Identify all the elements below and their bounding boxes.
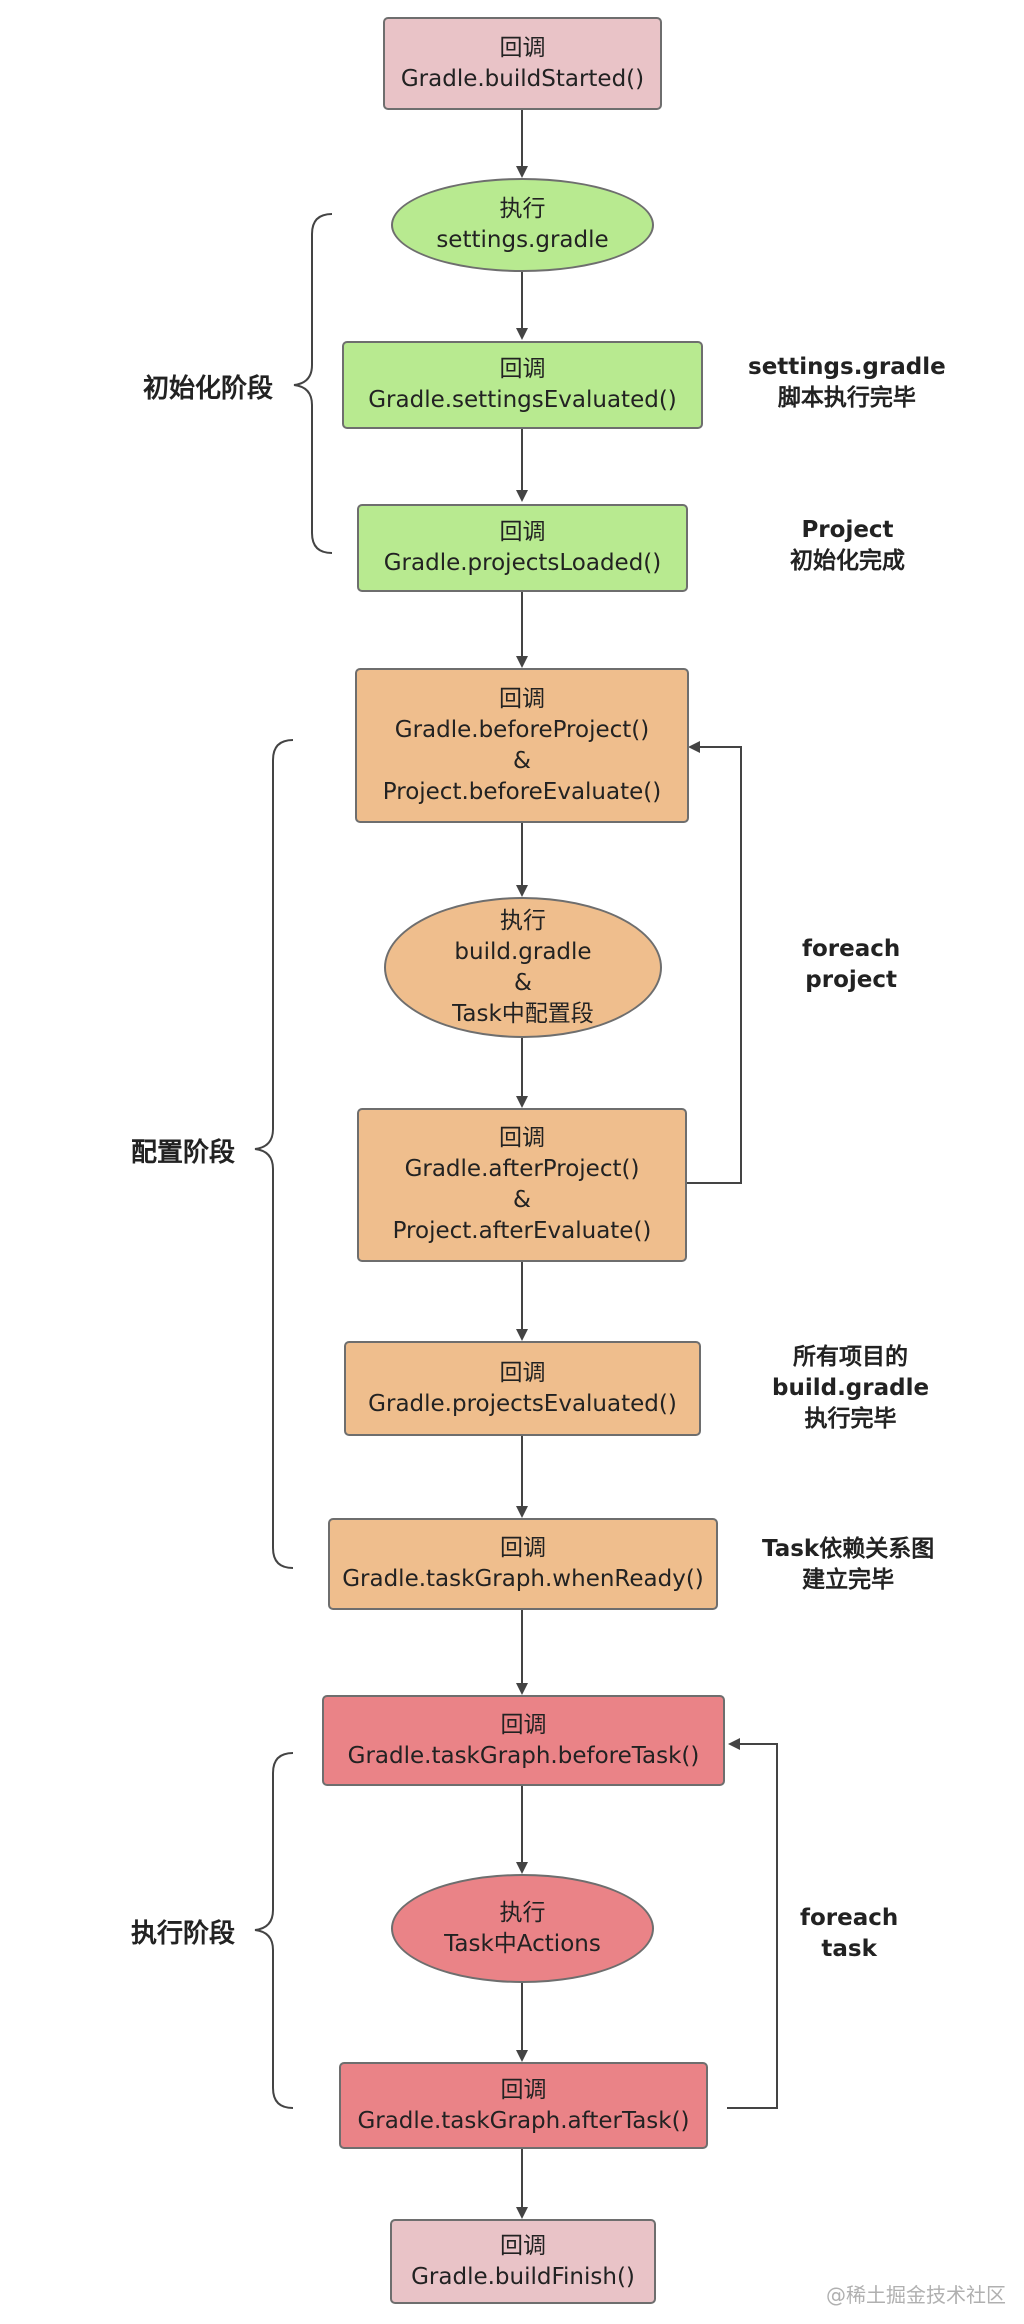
phase-label-exec: 执行阶段 (131, 1919, 236, 1949)
note-line: 执行完毕 (804, 1406, 897, 1432)
node-line: Gradle.taskGraph.whenReady() (342, 1566, 704, 1592)
watermark: @稀土掘金技术社区 (826, 2283, 1006, 2307)
after-project-node: 回调 Gradle.afterProject() & Project.after… (357, 1108, 687, 1262)
node-line: build.gradle (454, 938, 592, 965)
build-finish-node: 回调 Gradle.buildFinish() (390, 2219, 656, 2304)
note-line: Task依赖关系图 (762, 1536, 935, 1562)
note-line: task (821, 1936, 877, 1962)
node-line: 回调 (500, 2232, 546, 2259)
note-project-init: Project 初始化完成 (790, 515, 905, 577)
before-project-node: 回调 Gradle.beforeProject() & Project.befo… (355, 668, 689, 823)
brace-config (254, 739, 294, 1569)
brace-exec (254, 1752, 294, 2109)
note-line: project (805, 967, 897, 993)
note-line: 所有项目的 (793, 1344, 909, 1370)
node-line: 执行 (500, 907, 546, 934)
node-line: 回调 (499, 1359, 546, 1386)
node-line: Project.beforeEvaluate() (382, 778, 662, 805)
loop-arrow-project (687, 741, 742, 1184)
node-line: 回调 (499, 519, 546, 545)
node-line: 回调 (499, 1125, 545, 1151)
phase-label-config: 配置阶段 (131, 1138, 236, 1168)
node-line: Gradle.projectsEvaluated() (368, 1390, 677, 1417)
build-started-node: 回调 Gradle.buildStarted() (383, 17, 662, 110)
phase-label-init: 初始化阶段 (143, 374, 274, 404)
projects-evaluated-node: 回调 Gradle.projectsEvaluated() (344, 1341, 701, 1436)
node-line: Gradle.buildFinish() (411, 2263, 635, 2290)
node-line: Gradle.projectsLoaded() (383, 550, 662, 576)
node-line: & (513, 1187, 531, 1213)
task-graph-when-ready-node: 回调 Gradle.taskGraph.whenReady() (328, 1518, 718, 1610)
note-foreach-project: foreach project (802, 934, 900, 996)
node-line: Gradle.buildStarted() (400, 65, 645, 92)
node-line: Gradle.beforeProject() (394, 716, 650, 743)
before-task-node: 回调 Gradle.taskGraph.beforeTask() (322, 1695, 725, 1786)
node-line: 回调 (500, 1535, 546, 1561)
note-line: Project (801, 517, 894, 543)
note-settings-done: settings.gradle 脚本执行完毕 (748, 352, 946, 414)
node-line: Gradle.settingsEvaluated() (368, 387, 677, 413)
node-line: settings.gradle (436, 227, 609, 253)
node-line: Gradle.taskGraph.beforeTask() (347, 1742, 700, 1769)
brace-init (293, 213, 333, 554)
node-line: 执行 (499, 196, 546, 222)
node-line: 执行 (499, 1899, 546, 1926)
note-line: settings.gradle (748, 354, 946, 380)
note-line: 建立完毕 (802, 1567, 895, 1593)
exec-build-gradle-node: 执行 build.gradle & Task中配置段 (384, 897, 662, 1038)
node-line: Project.afterEvaluate() (392, 1218, 652, 1244)
note-foreach-task: foreach task (800, 1903, 898, 1965)
note-task-graph-built: Task依赖关系图 建立完毕 (762, 1534, 934, 1596)
settings-evaluated-node: 回调 Gradle.settingsEvaluated() (342, 341, 703, 429)
note-line: foreach (802, 936, 901, 962)
node-line: Gradle.taskGraph.afterTask() (357, 2107, 690, 2134)
after-task-node: 回调 Gradle.taskGraph.afterTask() (339, 2062, 708, 2149)
exec-settings-node: 执行 settings.gradle (391, 178, 654, 272)
node-line: Task中配置段 (452, 1000, 594, 1027)
node-line: 回调 (499, 356, 546, 382)
node-line: 回调 (499, 685, 545, 712)
note-all-build-done: 所有项目的 build.gradle 执行完毕 (772, 1342, 929, 1435)
note-line: 初始化完成 (790, 548, 905, 574)
node-line: 回调 (500, 1711, 547, 1738)
exec-actions-node: 执行 Task中Actions (391, 1874, 654, 1983)
loop-arrow-task (727, 1738, 778, 2109)
note-line: build.gradle (772, 1375, 930, 1401)
node-line: 回调 (499, 34, 546, 61)
node-line: Gradle.afterProject() (404, 1156, 640, 1182)
node-line: & (513, 747, 531, 774)
note-line: 脚本执行完毕 (777, 385, 916, 411)
note-line: foreach (800, 1905, 899, 1931)
projects-loaded-node: 回调 Gradle.projectsLoaded() (357, 504, 688, 592)
node-line: Task中Actions (444, 1930, 601, 1957)
node-line: & (514, 969, 532, 996)
node-line: 回调 (500, 2076, 547, 2103)
